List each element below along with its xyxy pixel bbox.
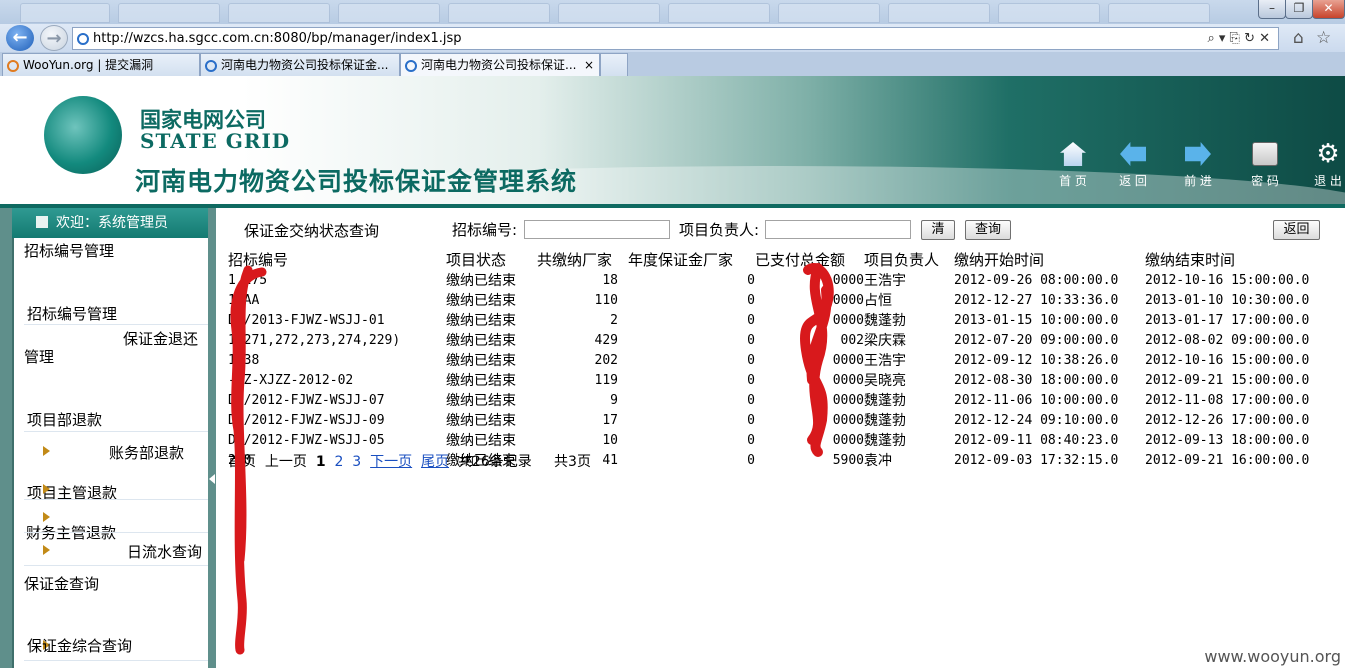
watermark: www.wooyun.org — [1204, 647, 1341, 666]
redaction-overlay — [230, 263, 834, 655]
redaction-scribble-middle — [800, 263, 834, 457]
redaction-scribble-left — [230, 265, 267, 655]
